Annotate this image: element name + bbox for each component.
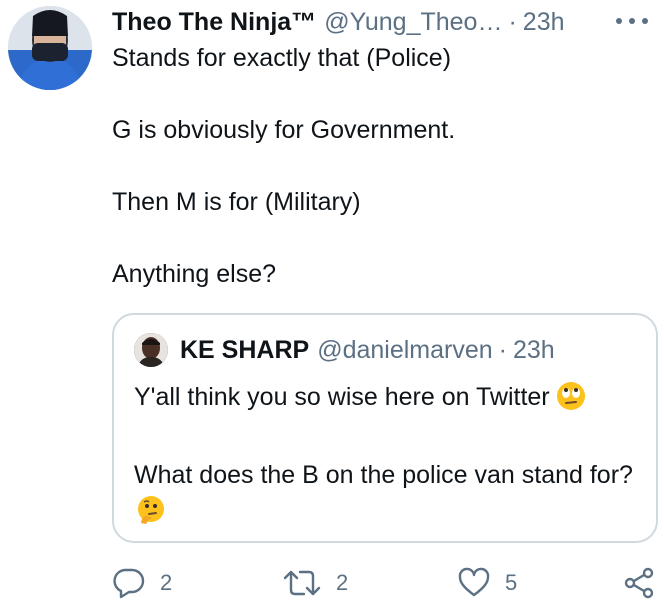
quoted-line: What does the B on the police van stand …: [134, 457, 644, 535]
tweet-line: Anything else?: [112, 260, 277, 288]
like-button[interactable]: 5: [457, 566, 517, 600]
author-name[interactable]: Theo The Ninja™: [112, 8, 316, 37]
retweet-button[interactable]: 2: [282, 566, 348, 600]
quoted-tweet-header: KE SHARP @danielmarven · 23h: [134, 333, 555, 367]
share-icon: [624, 567, 654, 599]
author-handle[interactable]: @Yung_Theo…: [324, 8, 502, 37]
quoted-header-separator: ·: [498, 335, 507, 364]
quoted-timestamp: 23h: [512, 335, 555, 364]
more-options-icon[interactable]: [614, 14, 650, 28]
quoted-author-avatar: [134, 333, 168, 367]
like-count: 5: [505, 570, 518, 595]
heart-icon: [458, 567, 490, 597]
thinking-face-emoji-icon: [136, 495, 166, 535]
tweet-text: Stands for exactly that (Police) G is ob…: [112, 40, 632, 328]
reply-icon: [113, 568, 145, 599]
author-avatar[interactable]: [8, 6, 92, 90]
quoted-tweet[interactable]: KE SHARP @danielmarven · 23h Y'all think…: [112, 313, 658, 543]
quoted-author-name: KE SHARP: [180, 335, 310, 364]
retweet-count: 2: [336, 570, 349, 595]
share-button[interactable]: [622, 566, 664, 600]
reply-count: 2: [160, 570, 173, 595]
reply-button[interactable]: 2: [112, 566, 172, 600]
quoted-author-handle: @danielmarven: [317, 335, 493, 364]
quoted-line: Y'all think you so wise here on Twitter: [134, 379, 644, 421]
rolling-eyes-emoji-icon: [556, 381, 586, 421]
tweet-line: G is obviously for Government.: [112, 116, 456, 144]
tweet-timestamp[interactable]: 23h: [523, 8, 565, 37]
tweet-line: Then M is for (Military): [112, 188, 361, 216]
tweet-line: Stands for exactly that (Police): [112, 44, 452, 72]
header-separator: ·: [508, 7, 517, 36]
quoted-tweet-text: Y'all think you so wise here on Twitter …: [134, 379, 644, 571]
retweet-icon: [283, 570, 321, 596]
tweet-action-bar: 2 2 5: [112, 566, 657, 602]
tweet-header: Theo The Ninja™ @Yung_Theo… · 23h: [112, 2, 650, 42]
